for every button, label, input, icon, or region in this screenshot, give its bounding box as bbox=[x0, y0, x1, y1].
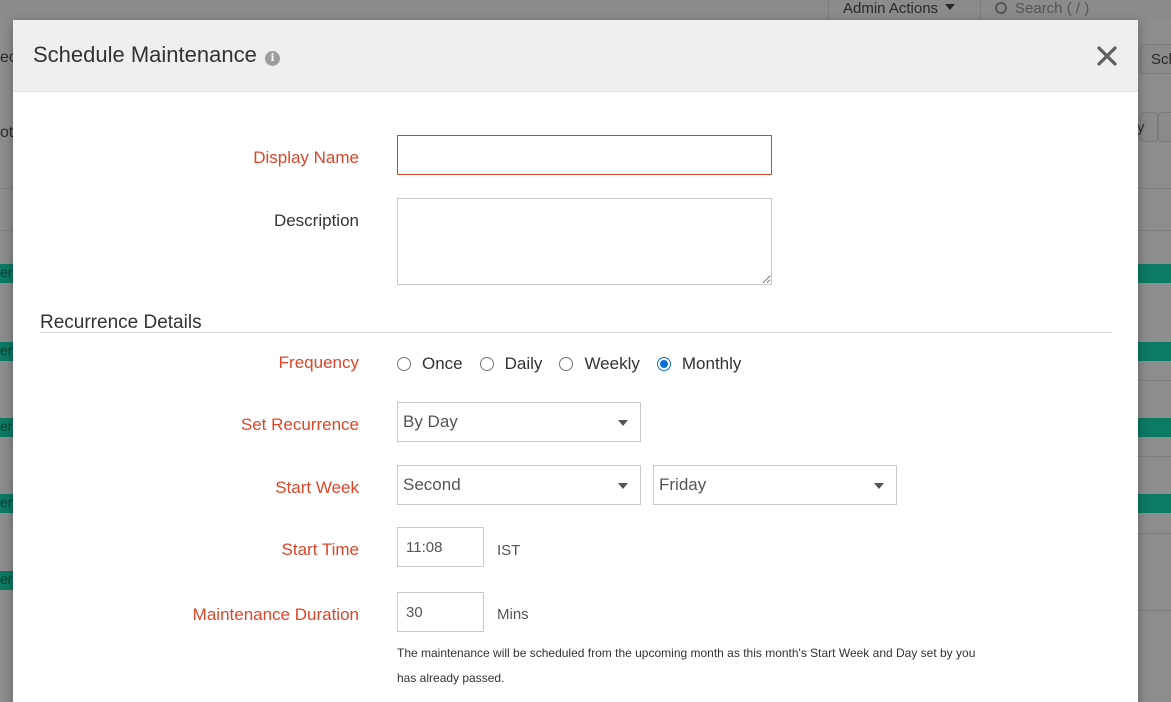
start-day-value: Friday bbox=[659, 475, 707, 494]
set-recurrence-select[interactable]: By Day bbox=[397, 402, 641, 442]
maintenance-duration-label: Maintenance Duration bbox=[192, 605, 359, 624]
display-name-label: Display Name bbox=[253, 148, 359, 167]
admin-actions-menu[interactable]: Admin Actions bbox=[828, 0, 980, 20]
start-week-select[interactable]: Second bbox=[397, 465, 641, 505]
description-label: Description bbox=[273, 211, 359, 230]
background-divider bbox=[1138, 533, 1171, 534]
background-status-bar: er bbox=[0, 571, 14, 590]
background-text-fragment: er bbox=[0, 342, 13, 358]
background-button: y bbox=[1137, 112, 1158, 142]
start-time-label: Start Time bbox=[281, 540, 359, 559]
search-icon bbox=[995, 2, 1007, 14]
background-text-fragment: Sch bbox=[1151, 51, 1171, 68]
section-divider bbox=[40, 332, 1112, 333]
frequency-radio-group: Once Daily Weekly Monthly bbox=[397, 352, 758, 376]
radio-button[interactable] bbox=[397, 357, 411, 371]
background-text-fragment: er bbox=[0, 418, 13, 434]
radio-label: Monthly bbox=[681, 354, 742, 373]
dialog-title: Schedule Maintenance bbox=[33, 42, 257, 67]
caret-down-icon bbox=[618, 420, 628, 426]
background-status-bar: er bbox=[0, 342, 14, 361]
background-divider bbox=[0, 188, 14, 189]
schedule-maintenance-dialog: Schedule Maintenance i Display Name Desc… bbox=[13, 20, 1138, 702]
frequency-option-once[interactable]: Once bbox=[397, 354, 463, 374]
background-button bbox=[1158, 112, 1171, 142]
start-time-input[interactable] bbox=[397, 527, 484, 567]
display-name-input[interactable] bbox=[397, 135, 772, 175]
background-divider bbox=[1138, 230, 1171, 231]
info-icon[interactable]: i bbox=[265, 51, 280, 66]
background-status-bar bbox=[1138, 418, 1171, 437]
radio-button[interactable] bbox=[559, 357, 574, 371]
caret-down-icon bbox=[874, 483, 884, 489]
background-status-bar bbox=[1138, 342, 1171, 361]
description-textarea[interactable] bbox=[397, 198, 772, 285]
background-divider bbox=[1138, 380, 1171, 381]
recurrence-section-title: Recurrence Details bbox=[40, 312, 202, 333]
background-text-fragment: ec bbox=[0, 49, 14, 66]
background-text-fragment: er bbox=[0, 264, 13, 280]
caret-down-icon bbox=[618, 483, 628, 489]
set-recurrence-value: By Day bbox=[403, 412, 458, 431]
background-text-fragment: er bbox=[0, 494, 13, 510]
start-day-select[interactable]: Friday bbox=[653, 465, 897, 505]
background-status-bar: er bbox=[0, 418, 14, 437]
start-week-value: Second bbox=[403, 475, 461, 494]
frequency-label: Frequency bbox=[278, 353, 359, 372]
dialog-header: Schedule Maintenance i bbox=[13, 20, 1138, 92]
start-week-label: Start Week bbox=[275, 478, 359, 497]
background-status-bar: er bbox=[0, 494, 14, 513]
background-divider bbox=[0, 230, 14, 231]
radio-label: Once bbox=[422, 354, 463, 373]
maintenance-duration-input[interactable] bbox=[397, 592, 484, 632]
background-divider bbox=[1138, 456, 1171, 457]
frequency-option-daily[interactable]: Daily bbox=[479, 354, 543, 374]
background-tab: Sch bbox=[1140, 44, 1171, 74]
radio-button-selected[interactable] bbox=[656, 357, 671, 371]
schedule-note: The maintenance will be scheduled from t… bbox=[397, 646, 976, 685]
admin-actions-label: Admin Actions bbox=[843, 0, 939, 17]
background-status-bar: er bbox=[0, 264, 14, 283]
background-status-bar bbox=[1138, 264, 1171, 283]
global-search[interactable]: Search ( / ) bbox=[980, 0, 1171, 20]
close-icon[interactable] bbox=[1095, 44, 1119, 68]
set-recurrence-label: Set Recurrence bbox=[240, 415, 359, 434]
radio-button[interactable] bbox=[479, 357, 494, 371]
background-text-fragment: y bbox=[1137, 119, 1145, 136]
background-divider bbox=[1138, 610, 1171, 611]
background-text-fragment: er bbox=[0, 571, 13, 587]
radio-label: Weekly bbox=[584, 354, 640, 373]
background-divider bbox=[1138, 188, 1171, 189]
radio-label: Daily bbox=[504, 354, 543, 373]
frequency-option-weekly[interactable]: Weekly bbox=[559, 354, 640, 374]
background-text-fragment: ot bbox=[0, 124, 14, 141]
search-placeholder: Search ( / ) bbox=[1015, 0, 1090, 17]
timezone-label: IST bbox=[497, 542, 521, 559]
frequency-option-monthly[interactable]: Monthly bbox=[656, 354, 742, 374]
background-status-bar bbox=[1138, 494, 1171, 513]
duration-unit-label: Mins bbox=[497, 606, 529, 623]
caret-down-icon bbox=[945, 4, 956, 10]
